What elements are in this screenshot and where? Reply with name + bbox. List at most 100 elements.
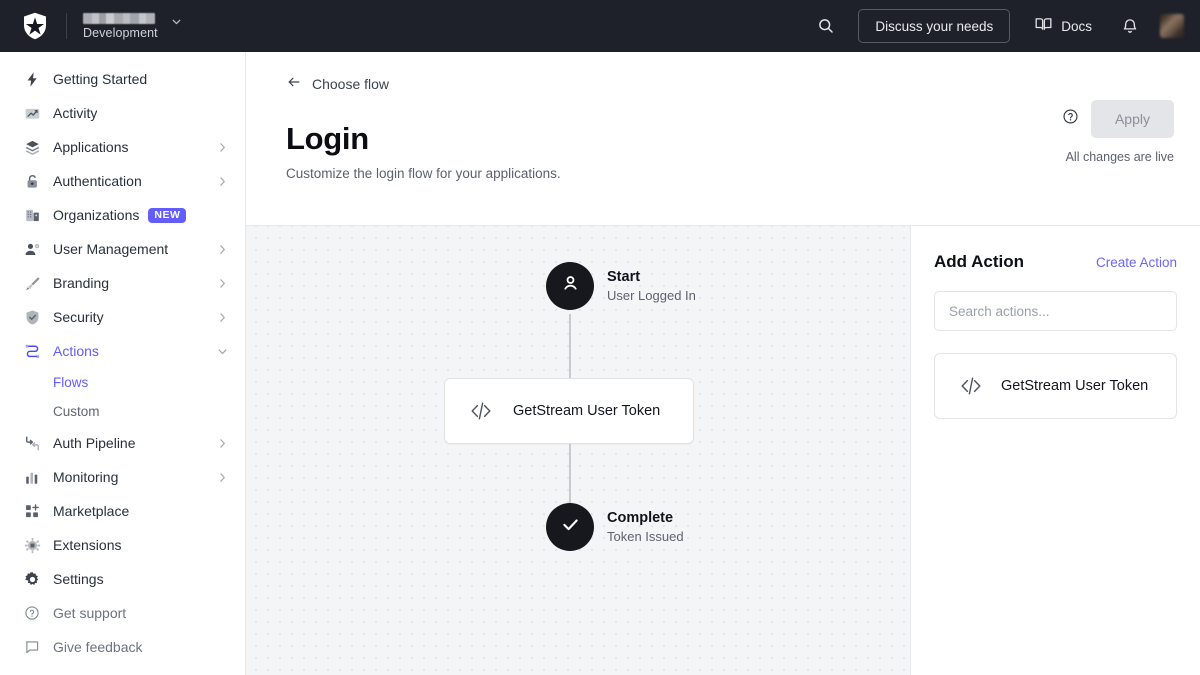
- tenant-environment-label: Development: [83, 25, 158, 40]
- tenant-text: Development: [83, 12, 158, 40]
- search-actions-input[interactable]: [934, 291, 1177, 331]
- discuss-your-needs-button[interactable]: Discuss your needs: [858, 9, 1011, 43]
- sidebar-label: Extensions: [53, 537, 122, 553]
- page-title: Login: [286, 121, 369, 156]
- actions-flow-icon: [22, 343, 42, 360]
- sidebar-item-authentication[interactable]: Authentication: [0, 164, 245, 198]
- new-badge: NEW: [148, 207, 187, 223]
- user-avatar[interactable]: [1160, 14, 1184, 38]
- sidebar-navigation: Getting Started Activity Applications Au…: [0, 52, 246, 675]
- complete-node-circle[interactable]: [546, 503, 594, 551]
- paintbrush-icon: [22, 275, 42, 292]
- chevron-right-icon: [216, 175, 229, 188]
- sidebar-item-security[interactable]: Security: [0, 300, 245, 334]
- page-header-actions-row: Apply: [1062, 100, 1174, 138]
- search-icon[interactable]: [808, 8, 844, 44]
- sidebar-item-get-support[interactable]: Get support: [0, 596, 245, 630]
- sidebar-label: Auth Pipeline: [53, 435, 136, 451]
- sidebar-item-switch-back[interactable]: Switch back: [0, 664, 245, 675]
- app-body: Getting Started Activity Applications Au…: [0, 52, 1200, 675]
- sidebar-item-actions[interactable]: Actions: [0, 334, 245, 368]
- question-circle-icon: [22, 605, 42, 621]
- sidebar-item-auth-pipeline[interactable]: Auth Pipeline: [0, 426, 245, 460]
- sidebar-label: Marketplace: [53, 503, 130, 519]
- sidebar-label: Applications: [53, 139, 129, 155]
- bell-icon[interactable]: [1112, 8, 1148, 44]
- sidebar-item-activity[interactable]: Activity: [0, 96, 245, 130]
- flow-node-complete[interactable]: Complete Token Issued: [546, 503, 684, 551]
- sidebar-item-user-management[interactable]: User Management: [0, 232, 245, 266]
- lightning-bolt-icon: [22, 71, 42, 88]
- start-node-title: Start: [607, 268, 641, 285]
- bar-chart-icon: [22, 469, 42, 486]
- speech-bubble-icon: [22, 639, 42, 655]
- grid-plus-icon: [22, 503, 42, 520]
- building-icon: [22, 207, 42, 224]
- sidebar-item-extensions[interactable]: Extensions: [0, 528, 245, 562]
- chevron-down-icon: [216, 345, 229, 358]
- flow-node-start[interactable]: Start User Logged In: [546, 262, 696, 310]
- code-brackets-icon: [461, 398, 501, 424]
- chevron-right-icon: [216, 311, 229, 324]
- sidebar-item-branding[interactable]: Branding: [0, 266, 245, 300]
- page-header-actions: Apply All changes are live: [1062, 100, 1174, 164]
- action-list-item[interactable]: GetStream User Token: [934, 353, 1177, 419]
- sidebar-item-settings[interactable]: Settings: [0, 562, 245, 596]
- flow-node-action[interactable]: GetStream User Token: [444, 378, 694, 444]
- sidebar-label: Get support: [53, 605, 127, 621]
- sidebar-item-organizations[interactable]: Organizations NEW: [0, 198, 245, 232]
- apply-button[interactable]: Apply: [1090, 100, 1174, 138]
- sidebar-item-marketplace[interactable]: Marketplace: [0, 494, 245, 528]
- action-list-item-label: GetStream User Token: [1001, 378, 1149, 394]
- back-link-label: Choose flow: [312, 75, 390, 92]
- sidebar-item-give-feedback[interactable]: Give feedback: [0, 630, 245, 664]
- question-circle-icon[interactable]: [1062, 108, 1079, 130]
- docs-label: Docs: [1061, 18, 1092, 34]
- auth0-shield-logo[interactable]: [18, 9, 52, 43]
- start-node-text: Start User Logged In: [607, 268, 696, 305]
- gear-icon: [22, 571, 42, 588]
- back-to-choose-flow-link[interactable]: Choose flow: [266, 74, 389, 93]
- topbar-divider: [66, 13, 67, 39]
- sidebar-item-applications[interactable]: Applications: [0, 130, 245, 164]
- layers-icon: [22, 139, 42, 156]
- auth0-dashboard: Development Discuss your needs Docs Gett…: [0, 0, 1200, 675]
- flow-canvas[interactable]: Start User Logged In GetStream User Toke…: [246, 226, 910, 675]
- user-gear-icon: [22, 241, 42, 258]
- top-navigation-bar: Development Discuss your needs Docs: [0, 0, 1200, 52]
- start-node-circle[interactable]: [546, 262, 594, 310]
- sidebar-label: Branding: [53, 275, 110, 291]
- flow-action-label: GetStream User Token: [513, 403, 661, 419]
- sidebar-subitem-flows[interactable]: Flows: [0, 368, 245, 397]
- flow-workspace: Start User Logged In GetStream User Toke…: [246, 226, 1200, 675]
- create-action-link[interactable]: Create Action: [1096, 255, 1177, 270]
- sidebar-label: Security: [53, 309, 104, 325]
- code-brackets-icon: [951, 373, 991, 399]
- sidebar-item-monitoring[interactable]: Monitoring: [0, 460, 245, 494]
- flow-diagram: Start User Logged In GetStream User Toke…: [246, 226, 910, 675]
- chevron-right-icon: [216, 141, 229, 154]
- trend-line-icon: [22, 105, 42, 122]
- lock-icon: [22, 173, 42, 190]
- topbar-actions: Discuss your needs Docs: [808, 8, 1184, 44]
- chevron-down-icon: [170, 15, 183, 33]
- sidebar-item-getting-started[interactable]: Getting Started: [0, 62, 245, 96]
- check-icon: [559, 513, 582, 541]
- chevron-right-icon: [216, 277, 229, 290]
- sidebar-label: User Management: [53, 241, 169, 257]
- book-icon: [1034, 15, 1053, 37]
- sidebar-label: Actions: [53, 343, 99, 359]
- sidebar-subitem-custom[interactable]: Custom: [0, 397, 245, 426]
- main-content: Choose flow Login Customize the login fl…: [246, 52, 1200, 675]
- sidebar-label: Getting Started: [53, 71, 148, 87]
- arrow-left-icon: [286, 74, 302, 93]
- complete-node-text: Complete Token Issued: [607, 509, 684, 546]
- tenant-switcher[interactable]: Development: [83, 12, 183, 40]
- shield-check-icon: [22, 309, 42, 326]
- docs-button[interactable]: Docs: [1024, 9, 1102, 43]
- pipeline-arrow-icon: [22, 435, 42, 452]
- chevron-right-icon: [216, 437, 229, 450]
- page-header: Choose flow Login Customize the login fl…: [246, 52, 1200, 226]
- sidebar-label: Monitoring: [53, 469, 119, 485]
- chevron-right-icon: [216, 243, 229, 256]
